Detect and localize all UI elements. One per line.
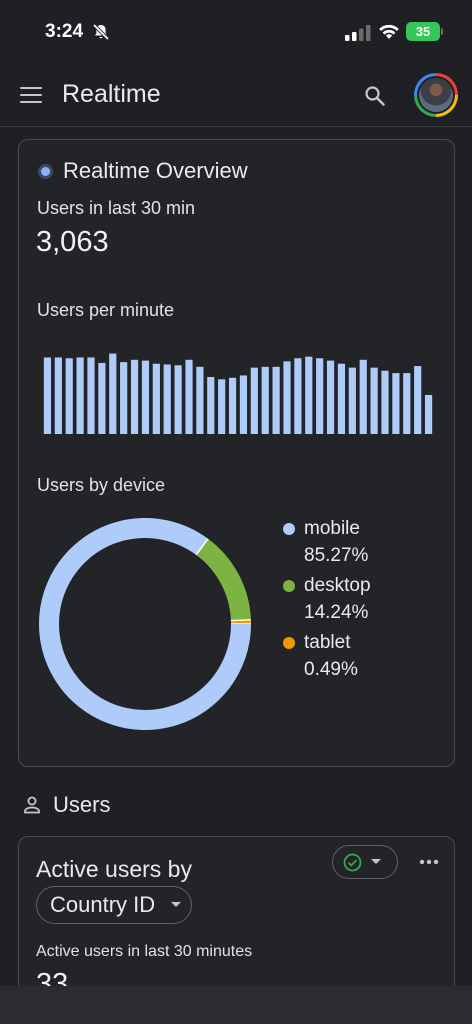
bell-slash-icon bbox=[92, 23, 110, 41]
users-per-minute-bar bbox=[65, 358, 73, 434]
battery-indicator: 35 bbox=[406, 22, 440, 41]
active-users-card-title: Active users by bbox=[36, 856, 192, 882]
users-per-minute-bar bbox=[196, 366, 204, 434]
search-icon[interactable] bbox=[364, 85, 386, 107]
slice-separator bbox=[230, 619, 251, 622]
users-per-minute-bar bbox=[120, 362, 128, 434]
person-icon bbox=[24, 796, 40, 814]
users-per-minute-bar bbox=[381, 370, 389, 434]
card-title: Realtime Overview bbox=[63, 158, 248, 183]
check-circle-icon bbox=[343, 853, 362, 872]
users-per-minute-bar bbox=[392, 373, 400, 434]
cellular-signal-icon bbox=[345, 25, 371, 41]
bottom-bar bbox=[0, 986, 472, 1024]
dimension-select-value: Country ID bbox=[50, 892, 156, 917]
users-per-minute-bar bbox=[294, 358, 302, 434]
users-per-minute-bar bbox=[141, 360, 150, 434]
users-per-minute-bar bbox=[98, 362, 106, 434]
users-per-minute-bar bbox=[414, 366, 422, 434]
users-per-minute-chart bbox=[42, 352, 434, 434]
users-per-minute-bar bbox=[283, 361, 291, 434]
app-bar: Realtime bbox=[0, 64, 472, 127]
legend-label: desktop bbox=[304, 575, 371, 596]
live-indicator-icon bbox=[41, 167, 50, 176]
users-per-minute-bar bbox=[272, 366, 280, 434]
legend-dot bbox=[283, 580, 295, 592]
device-slice-desktop bbox=[195, 538, 251, 621]
users-per-minute-bar bbox=[54, 357, 62, 434]
wifi-icon bbox=[379, 24, 399, 39]
users-per-minute-bar bbox=[403, 373, 411, 434]
menu-icon[interactable] bbox=[20, 87, 42, 108]
legend-dot bbox=[283, 637, 295, 649]
more-options-icon[interactable] bbox=[419, 859, 439, 865]
users-per-minute-bar bbox=[316, 358, 324, 434]
users-per-minute-bar bbox=[337, 363, 346, 434]
users-per-minute-bar bbox=[109, 353, 117, 434]
users-per-minute-bar bbox=[261, 366, 269, 434]
chevron-down-icon bbox=[371, 859, 381, 864]
active-users-metric-label: Active users in last 30 minutes bbox=[36, 943, 253, 960]
active-users-card: Active users by Country ID Active users … bbox=[18, 836, 455, 1008]
status-time: 3:24 bbox=[45, 21, 84, 42]
users-per-minute-bar bbox=[207, 376, 215, 434]
users-per-minute-bar bbox=[87, 357, 95, 434]
users-per-minute-bar bbox=[326, 360, 335, 434]
battery-tip bbox=[441, 28, 443, 35]
legend-value: 14.24% bbox=[304, 602, 369, 623]
legend-dot bbox=[283, 523, 295, 535]
users-per-minute-label: Users per minute bbox=[37, 300, 175, 320]
users-per-minute-bar bbox=[43, 357, 52, 434]
users-per-minute-bar bbox=[130, 359, 139, 434]
users-section-title: Users bbox=[53, 792, 111, 817]
device-donut-chart bbox=[39, 518, 252, 735]
users-by-device-label: Users by device bbox=[37, 475, 166, 495]
avatar-photo bbox=[419, 78, 453, 112]
users-per-minute-bar bbox=[305, 356, 313, 434]
users-per-minute-bar bbox=[76, 357, 84, 434]
users-per-minute-bar bbox=[359, 359, 367, 434]
users-per-minute-bar bbox=[239, 375, 248, 434]
users-per-minute-bar bbox=[163, 364, 171, 434]
users-per-minute-bar bbox=[370, 367, 378, 434]
dimension-select[interactable]: Country ID bbox=[36, 886, 193, 924]
page-title: Realtime bbox=[62, 80, 161, 108]
users-per-minute-bar bbox=[228, 377, 237, 434]
users-per-minute-bar bbox=[174, 365, 182, 434]
users-per-minute-bar bbox=[250, 367, 258, 434]
status-bar: 3:24 35 bbox=[0, 0, 472, 64]
users-30min-value: 3,063 bbox=[36, 226, 109, 258]
users-per-minute-bar bbox=[185, 359, 193, 434]
users-per-minute-bar bbox=[424, 394, 433, 434]
legend-label: tablet bbox=[304, 632, 351, 653]
avatar[interactable] bbox=[414, 73, 458, 117]
users-30min-label: Users in last 30 min bbox=[37, 198, 196, 218]
chevron-down-icon bbox=[171, 902, 182, 907]
users-per-minute-bar bbox=[218, 379, 226, 434]
users-per-minute-bar bbox=[348, 367, 356, 434]
legend-value: 0.49% bbox=[304, 659, 358, 680]
legend-value: 85.27% bbox=[304, 545, 369, 566]
users-per-minute-bar bbox=[152, 363, 160, 434]
realtime-overview-card: Realtime Overview Users in last 30 min 3… bbox=[18, 139, 455, 767]
comparison-toggle-button[interactable] bbox=[332, 845, 398, 879]
legend-label: mobile bbox=[304, 518, 360, 539]
